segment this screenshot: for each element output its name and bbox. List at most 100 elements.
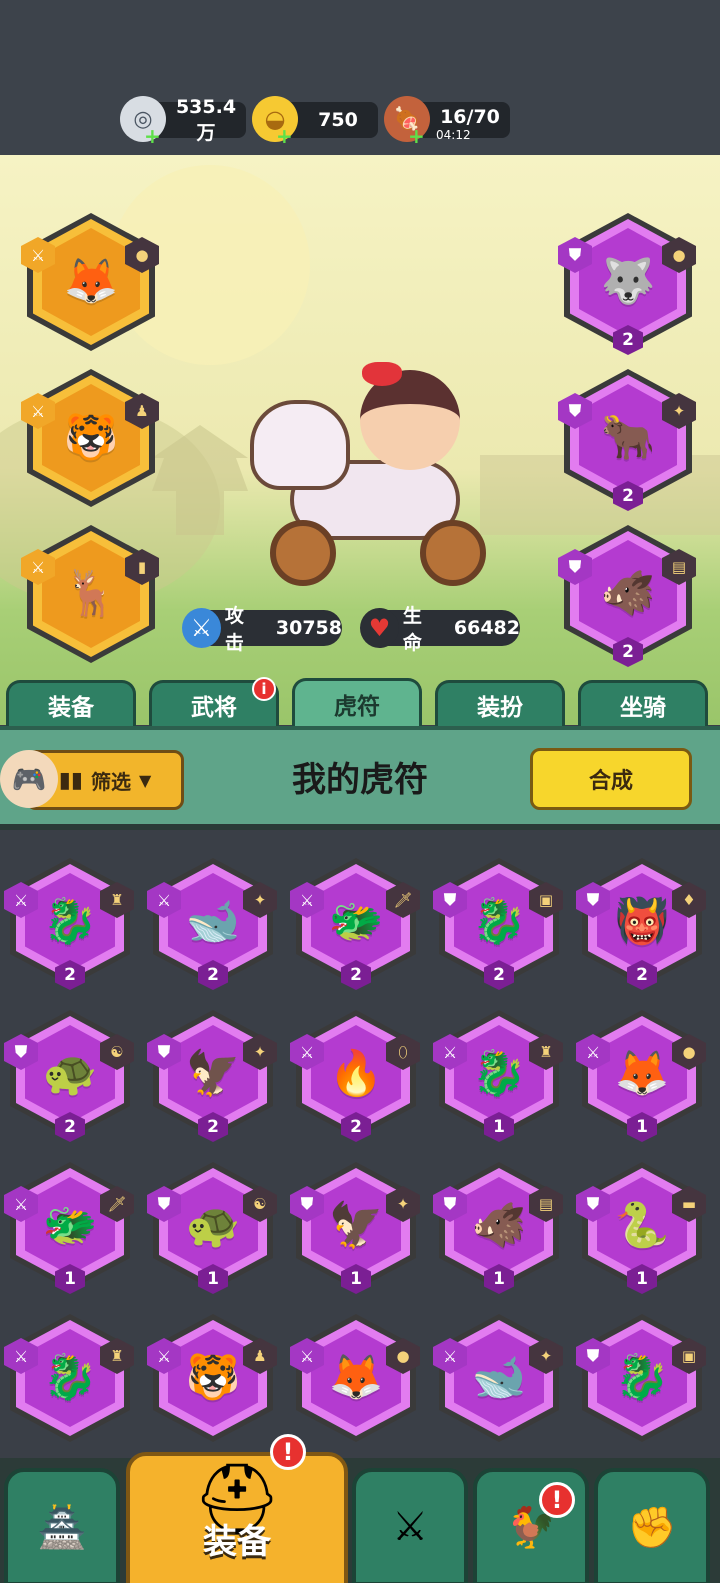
tally-item[interactable]: 🐗 ⛊ ▤ 1 bbox=[433, 1162, 563, 1294]
nav-heroes[interactable]: 🐓! bbox=[473, 1468, 589, 1583]
wheel-front bbox=[270, 520, 336, 586]
craft-button[interactable]: 合成 bbox=[530, 748, 692, 810]
beast-emblem-icon: 🦊 bbox=[63, 256, 119, 307]
attack-label: 攻击 bbox=[224, 605, 244, 654]
beast-emblem-icon: 🐉 bbox=[42, 896, 98, 947]
tab-label: 虎符 bbox=[334, 693, 380, 720]
nav-equipment[interactable]: ⛑ 装备! bbox=[126, 1434, 348, 1583]
tally-item[interactable]: 🐋 ⚔ ✦ bbox=[433, 1314, 563, 1442]
beast-emblem-icon: 🐉 bbox=[471, 896, 527, 947]
hero-stage: 🦊 ⚔ ● 🐯 ⚔ ♟ 🦌 ⚔ ▮ 🐺 ⛊ ● 2 🐂 ⛊ ✦ 2 🐗 ⛊ ▤ 2 bbox=[0, 155, 720, 725]
equipped-tally-tiger[interactable]: 🐯 ⚔ ♟ bbox=[21, 369, 159, 507]
beast-emblem-icon: 🐲 bbox=[328, 896, 384, 947]
stamina-value: 16/70 bbox=[440, 106, 500, 128]
tally-item[interactable]: 🐲 ⚔ 🗡 2 bbox=[290, 858, 420, 990]
tally-item[interactable]: 🐯 ⚔ ♟ bbox=[147, 1314, 277, 1442]
tally-item[interactable]: 🦅 ⛊ ✦ 1 bbox=[290, 1162, 420, 1294]
beast-emblem-icon: 🐉 bbox=[471, 1048, 527, 1099]
tally-item[interactable]: 🐉 ⛊ ▣ bbox=[576, 1314, 706, 1442]
attack-value: 30758 bbox=[275, 617, 342, 639]
game-screen: ◎ + 535.4万 ◒ + 750 🍖 + 16/70 04:12 🦊 ⚔ ●… bbox=[0, 0, 720, 1583]
tally-item[interactable]: 🐍 ⛊ ▬ 1 bbox=[576, 1162, 706, 1294]
beast-emblem-icon: 🐍 bbox=[614, 1200, 670, 1251]
add-silver-icon[interactable]: + bbox=[144, 124, 161, 148]
hp-label: 生命 bbox=[402, 605, 422, 654]
gold-value: 750 bbox=[318, 109, 358, 131]
beast-emblem-icon: 🐉 bbox=[42, 1352, 98, 1403]
beast-emblem-icon: 🦊 bbox=[614, 1048, 670, 1099]
silver-resource[interactable]: ◎ + 535.4万 bbox=[120, 96, 246, 148]
horse-head bbox=[250, 400, 350, 490]
sword-icon: ⚔ bbox=[182, 608, 221, 648]
status-bar: ◎ + 535.4万 ◒ + 750 🍖 + 16/70 04:12 bbox=[0, 0, 720, 155]
tab-0[interactable]: 装备 bbox=[6, 680, 136, 726]
filter-label: 筛选 bbox=[90, 769, 131, 794]
tab-4[interactable]: 坐骑 bbox=[578, 680, 708, 726]
beast-emblem-icon: 🐺 bbox=[600, 256, 656, 307]
beast-emblem-icon: 🐗 bbox=[600, 568, 656, 619]
tally-item[interactable]: 🐉 ⚔ ♜ 1 bbox=[433, 1010, 563, 1142]
tab-label: 坐骑 bbox=[620, 694, 666, 721]
equipped-tally-fox[interactable]: 🦊 ⚔ ● bbox=[21, 213, 159, 351]
equipped-tally-wolf[interactable]: 🐺 ⛊ ● 2 bbox=[558, 213, 696, 355]
bars-icon: ▮▮ bbox=[58, 767, 83, 793]
equipped-tally-boar[interactable]: 🐗 ⛊ ▤ 2 bbox=[558, 525, 696, 667]
beast-emblem-icon: 🐗 bbox=[471, 1200, 527, 1251]
stamina-timer: 04:12 bbox=[436, 128, 471, 142]
nav-upgrade[interactable]: ✊ bbox=[594, 1468, 710, 1583]
tally-item[interactable]: 🐢 ⛊ ☯ 1 bbox=[147, 1162, 277, 1294]
tally-item[interactable]: 🦊 ⚔ ● bbox=[290, 1314, 420, 1442]
beast-emblem-icon: 🐢 bbox=[42, 1048, 98, 1099]
silver-value: 535.4万 bbox=[175, 95, 237, 144]
wheel-back bbox=[420, 520, 486, 586]
tally-item[interactable]: 👹 ⛊ ♦ 2 bbox=[576, 858, 706, 990]
hp-stat: ♥ 生命 66482 bbox=[360, 605, 520, 654]
tally-item[interactable]: 🐉 ⚔ ♜ 2 bbox=[4, 858, 134, 990]
beast-emblem-icon: 🦌 bbox=[63, 568, 119, 619]
equipped-tally-ox[interactable]: 🐂 ⛊ ✦ 2 bbox=[558, 369, 696, 511]
attack-stat: ⚔ 攻击 30758 bbox=[182, 605, 342, 654]
beast-emblem-icon: 🦅 bbox=[328, 1200, 384, 1251]
beast-emblem-icon: 🐉 bbox=[614, 1352, 670, 1403]
add-stamina-icon[interactable]: + bbox=[408, 124, 425, 148]
tab-label: 装扮 bbox=[477, 694, 523, 721]
nav-label: 装备 bbox=[203, 1522, 271, 1562]
beast-emblem-icon: 🐂 bbox=[600, 412, 656, 463]
alert-icon: ! bbox=[270, 1434, 306, 1470]
nav-city[interactable]: 🏯 bbox=[4, 1468, 120, 1583]
beast-emblem-icon: 👹 bbox=[614, 896, 670, 947]
tab-3[interactable]: 装扮 bbox=[435, 680, 565, 726]
tally-header: ▮▮ 筛选 ▼ 🎮 我的虎符 合成 bbox=[0, 726, 720, 830]
beast-emblem-icon: 🐯 bbox=[63, 412, 119, 463]
tally-item[interactable]: 🔥 ⚔ ⬯ 2 bbox=[290, 1010, 420, 1142]
beast-emblem-icon: 🐋 bbox=[471, 1352, 527, 1403]
tally-item[interactable]: 🐋 ⚔ ✦ 2 bbox=[147, 858, 277, 990]
gamepad-icon[interactable]: 🎮 bbox=[0, 750, 58, 808]
category-tabs: 装备 武将 i 虎符 装扮 坐骑 bbox=[0, 677, 720, 728]
tally-item[interactable]: 🐉 ⛊ ▣ 2 bbox=[433, 858, 563, 990]
gold-resource[interactable]: ◒ + 750 bbox=[252, 96, 378, 148]
beast-emblem-icon: 🦊 bbox=[328, 1352, 384, 1403]
alert-icon: ! bbox=[539, 1482, 575, 1518]
info-dot-icon: i bbox=[252, 677, 276, 701]
hero-on-horse[interactable] bbox=[250, 362, 500, 600]
equipped-tally-deer[interactable]: 🦌 ⚔ ▮ bbox=[21, 525, 159, 663]
page-title: 我的虎符 bbox=[292, 760, 428, 800]
stamina-resource[interactable]: 🍖 + 16/70 04:12 bbox=[384, 96, 510, 148]
tally-item[interactable]: 🦅 ⛊ ✦ 2 bbox=[147, 1010, 277, 1142]
tab-2[interactable]: 虎符 bbox=[292, 678, 422, 726]
tab-label: 武将 bbox=[191, 694, 237, 721]
hp-value: 66482 bbox=[453, 617, 520, 639]
nav-battle[interactable]: ⚔ bbox=[352, 1468, 468, 1583]
tally-item[interactable]: 🐲 ⚔ 🗡 1 bbox=[4, 1162, 134, 1294]
tally-item[interactable]: 🐢 ⛊ ☯ 2 bbox=[4, 1010, 134, 1142]
tally-item[interactable]: 🐉 ⚔ ♜ bbox=[4, 1314, 134, 1442]
tally-item[interactable]: 🦊 ⚔ ● 1 bbox=[576, 1010, 706, 1142]
add-gold-icon[interactable]: + bbox=[276, 124, 293, 148]
bottom-navigation: 🏯 ⛑ 装备! ⚔ 🐓! ✊ bbox=[0, 1434, 720, 1583]
tab-1[interactable]: 武将 i bbox=[149, 677, 279, 726]
nav-city-icon: 🏯 bbox=[37, 1504, 87, 1551]
heart-icon: ♥ bbox=[360, 608, 399, 648]
beast-emblem-icon: 🐢 bbox=[185, 1200, 241, 1251]
beast-emblem-icon: 🐋 bbox=[185, 896, 241, 947]
